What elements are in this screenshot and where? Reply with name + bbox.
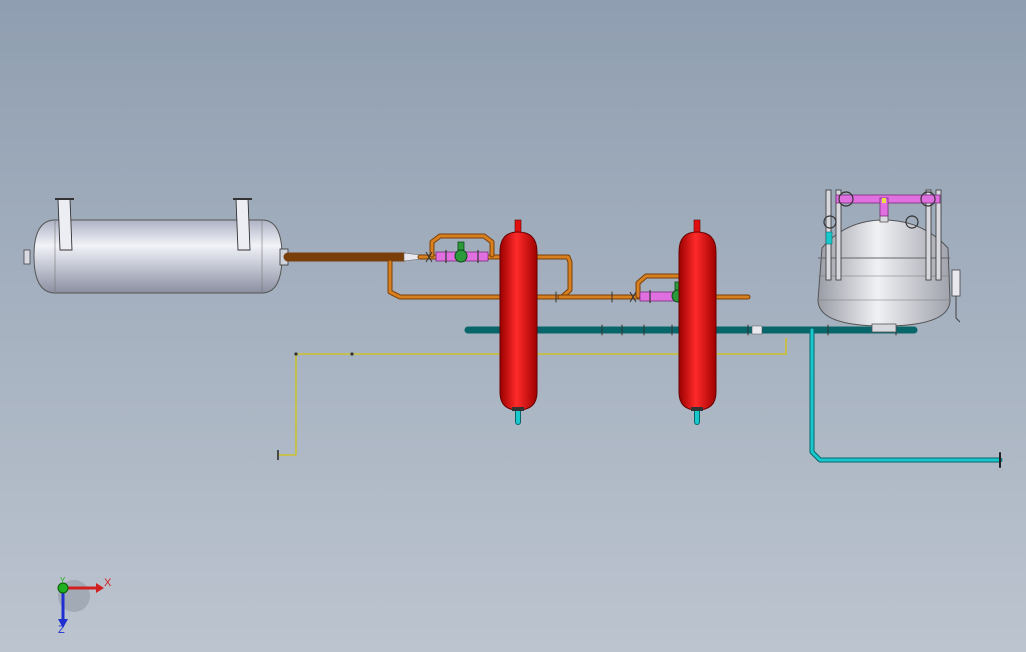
triad-x-label: X — [104, 577, 112, 589]
cad-viewport[interactable]: X Y Z — [0, 0, 1026, 652]
horizontal-tank[interactable] — [23, 198, 289, 294]
filter-tank[interactable] — [817, 189, 961, 333]
triad-y-label: Y — [60, 576, 66, 585]
coordinate-triad: X Y Z — [57, 576, 112, 636]
red-vessel-1[interactable] — [499, 219, 538, 411]
piping-assembly-scene[interactable]: X Y Z — [0, 0, 1026, 652]
cyan-pipeline[interactable] — [464, 324, 1003, 468]
red-vessel-2[interactable] — [678, 219, 717, 411]
triad-z-label: Z — [58, 624, 65, 636]
valve-1[interactable] — [425, 241, 489, 263]
